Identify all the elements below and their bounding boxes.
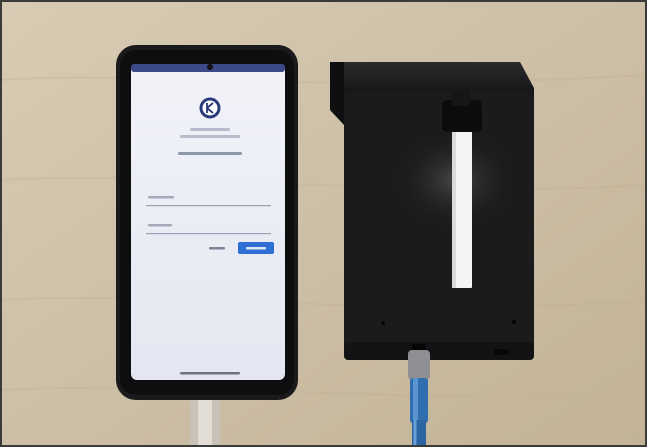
smartphone — [116, 45, 298, 400]
secondary-button-label — [209, 247, 225, 250]
table-surface — [0, 0, 647, 447]
primary-button-label — [246, 247, 266, 250]
phone-cable — [190, 395, 220, 447]
app-title-line1 — [190, 128, 230, 131]
app-heading — [178, 152, 242, 155]
screw-hole — [512, 320, 516, 324]
front-camera — [207, 64, 213, 70]
frame-left — [0, 0, 2, 447]
app-logo-icon — [199, 97, 221, 119]
screw-hole — [381, 321, 385, 325]
photo — [0, 0, 647, 447]
username-field[interactable] — [146, 188, 271, 207]
home-indicator — [180, 372, 240, 375]
app-title-line2 — [180, 135, 240, 138]
frame-top — [0, 0, 647, 2]
printed-device — [330, 62, 534, 360]
photo-scene — [0, 0, 647, 447]
password-field[interactable] — [146, 215, 271, 235]
